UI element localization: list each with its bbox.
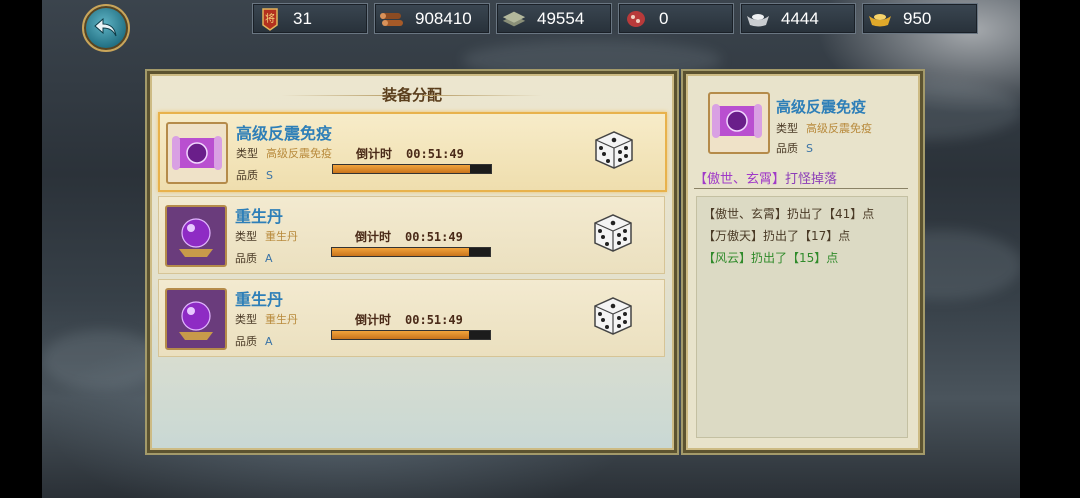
silver-ingot-icon [745,6,771,32]
countdown-progress-bar [331,247,491,257]
item-quality-row: 品质 A [235,333,273,349]
quality-label: 品质 [236,169,258,182]
item-name: 重生丹 [235,290,284,309]
countdown-label: 倒计时 [356,147,393,161]
detail-item-name: 高级反震免疫 [776,98,867,116]
title-divider-right [422,95,542,96]
type-label: 类型 [235,230,257,243]
countdown-label: 倒计时 [355,230,392,244]
detail-type-row: 类型 高级反震免疫 [776,120,872,136]
roll-log-line: 【风云】扔出了【15】点 [703,251,839,265]
progress-fill [332,331,470,339]
dice-roll-button[interactable] [591,211,635,255]
progress-fill [333,165,471,173]
resource-wood-value: 908410 [415,8,472,28]
purple-scroll-icon [166,122,228,184]
drop-info: 【傲世、玄霄】打怪掉落 [694,168,908,189]
countdown-value: 00:51:49 [406,147,464,161]
resource-meat-value: 0 [659,8,669,28]
item-type-row: 类型 高级反震免疫 [236,145,332,161]
svg-text:将: 将 [265,13,275,25]
type-label: 类型 [235,313,257,326]
countdown-progress-bar [331,330,491,340]
quality-value: A [265,335,273,348]
drop-source: 【傲世、玄霄】 [694,172,786,187]
wood-logs-icon [379,6,405,32]
countdown-label: 倒计时 [355,313,392,327]
type-label: 类型 [776,122,798,135]
quality-value: S [806,142,813,155]
item-quality-row: 品质 A [235,250,273,266]
type-value: 重生丹 [265,313,298,326]
purple-orb-icon [165,205,227,267]
quality-value: A [265,252,273,265]
purple-orb-icon [165,288,227,350]
item-type-row: 类型 重生丹 [235,228,298,244]
quality-label: 品质 [235,252,257,265]
resource-meat: 0 [618,3,734,34]
countdown-progress-bar [332,164,492,174]
gold-ingot-icon [867,6,893,32]
countdown: 倒计时 00:51:49 [356,145,464,162]
back-button[interactable] [82,4,130,52]
resource-silver: 4444 [740,3,856,34]
loot-item[interactable]: 重生丹 类型 重生丹 品质 A 倒计时 00:51:49 [158,196,665,274]
resource-stone-value: 49554 [537,8,585,28]
item-detail-panel: 高级反震免疫 类型 高级反震免疫 品质 S 【傲世、玄霄】打怪掉落 【傲世、玄霄】扔… [686,74,920,450]
meat-icon [623,6,649,32]
resource-rank: 将 31 [252,3,368,34]
purple-scroll-icon [708,92,770,154]
panel-title: 装备分配 [381,86,442,104]
resource-gold: 950 [862,3,978,34]
resource-stone: 49554 [496,3,612,34]
countdown-value: 00:51:49 [405,230,463,244]
item-name: 重生丹 [235,207,284,226]
countdown: 倒计时 00:51:49 [355,311,463,328]
stone-bricks-icon [501,6,527,32]
resource-gold-value: 950 [903,8,932,28]
item-type-row: 类型 重生丹 [235,311,298,327]
roll-log-line: 【傲世、玄霄】扔出了【41】点 [703,207,875,221]
type-value: 重生丹 [265,230,298,243]
detail-header: 高级反震免疫 类型 高级反震免疫 品质 S [692,80,914,166]
dice-roll-button[interactable] [591,294,635,338]
roll-log-line: 【万傲天】扔出了【17】点 [703,229,851,243]
back-arrow-icon [94,17,117,37]
type-value: 高级反震免疫 [806,122,872,135]
resource-rank-value: 31 [293,8,312,28]
quality-label: 品质 [776,142,798,155]
quality-label: 品质 [235,335,257,348]
dice-roll-button[interactable] [592,128,636,172]
type-label: 类型 [236,147,258,160]
quality-value: S [266,169,273,182]
progress-fill [332,248,470,256]
detail-quality-row: 品质 S [776,140,813,156]
rank-banner-icon: 将 [257,6,283,32]
countdown-value: 00:51:49 [405,313,463,327]
resource-silver-value: 4444 [781,8,819,28]
loot-item[interactable]: 重生丹 类型 重生丹 品质 A 倒计时 00:51:49 [158,279,665,357]
roll-log: 【傲世、玄霄】扔出了【41】点 【万傲天】扔出了【17】点 【风云】扔出了【15… [696,196,908,438]
countdown: 倒计时 00:51:49 [355,228,463,245]
equipment-distribution-panel: 装备分配 高级反震免疫 类型 高级反震免疫 品质 S 倒计时 00:51:49 重生丹… [150,74,674,450]
item-name: 高级反震免疫 [236,124,333,143]
type-value: 高级反震免疫 [266,147,332,160]
drop-method: 打怪掉落 [785,172,838,187]
resource-wood: 908410 [374,3,490,34]
item-quality-row: 品质 S [236,167,273,183]
loot-item[interactable]: 高级反震免疫 类型 高级反震免疫 品质 S 倒计时 00:51:49 [158,112,667,192]
